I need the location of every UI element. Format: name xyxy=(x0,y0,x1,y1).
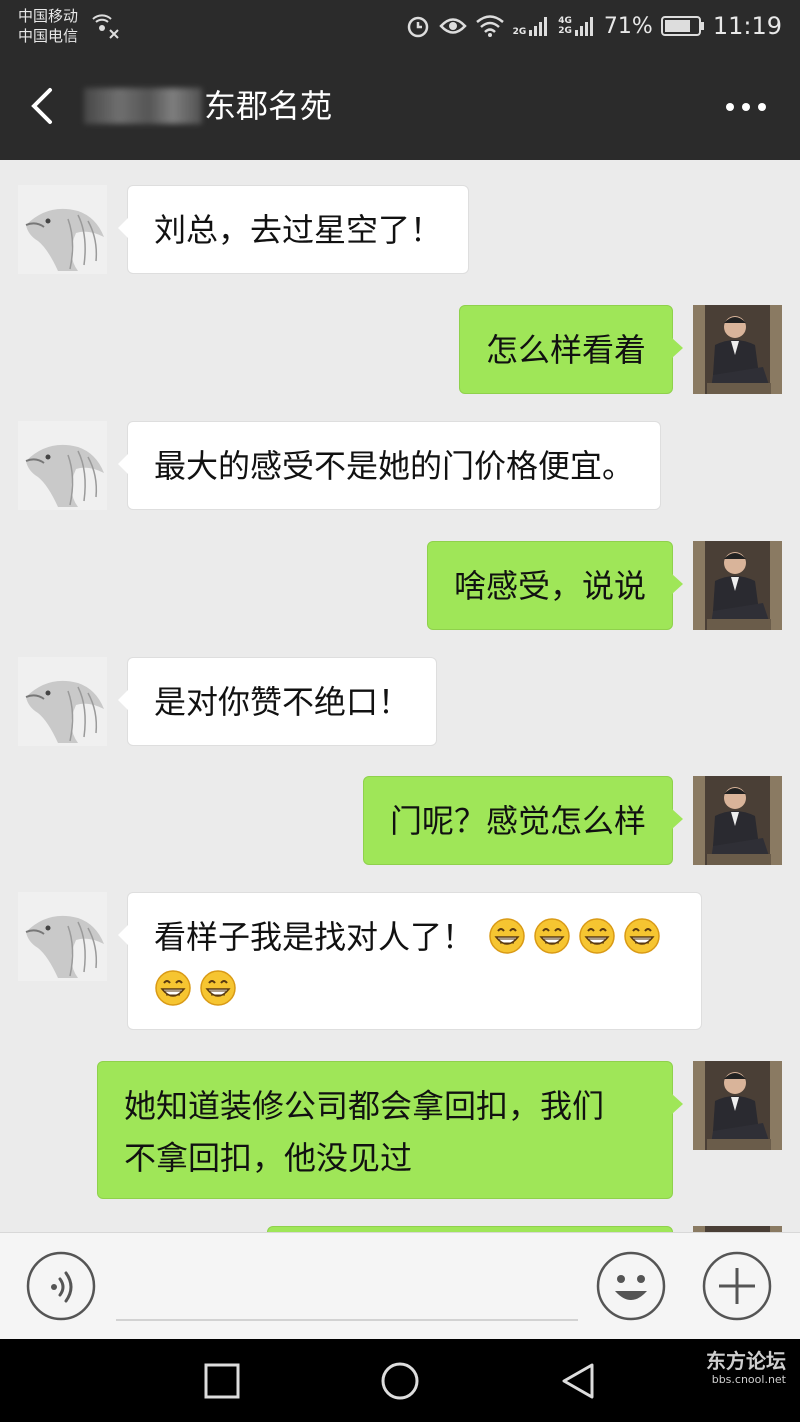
contact-avatar[interactable] xyxy=(18,421,107,510)
incoming-message[interactable]: 是对你赞不绝口！ xyxy=(118,657,437,746)
watermark-url: bbs.cnool.net xyxy=(711,1373,786,1386)
carrier-2: 中国电信 xyxy=(18,27,79,45)
alarm-icon xyxy=(407,16,428,38)
contact-avatar[interactable] xyxy=(18,892,107,981)
eagle-avatar-image xyxy=(18,657,107,746)
back-arrow-icon[interactable] xyxy=(20,82,68,130)
outgoing-message[interactable]: 她知道装修公司都会拿回扣，我们 不拿回扣，他没见过 xyxy=(97,1061,683,1199)
man-avatar-image xyxy=(693,305,782,394)
signal-icon xyxy=(529,17,548,36)
message-text: 怎么样看着 xyxy=(486,331,647,369)
more-dots-icon[interactable] xyxy=(722,92,770,122)
incoming-message[interactable]: 看样子我是找对人了！ xyxy=(118,892,702,1030)
battery-icon xyxy=(660,16,704,36)
my-avatar[interactable] xyxy=(693,1061,782,1150)
status-bar: 中国移动 中国电信 2G 4G 2G 71% 11:19 xyxy=(0,0,800,52)
outgoing-message[interactable]: 啥感受，说说 xyxy=(427,541,683,630)
message-text-line-2: 不拿回扣，他没见过 xyxy=(124,1139,413,1177)
man-avatar-image xyxy=(693,776,782,865)
voice-icon[interactable] xyxy=(26,1251,96,1321)
signal-icon-2 xyxy=(574,17,593,36)
battery-percent: 71% xyxy=(603,13,653,39)
chat-title: 东郡名苑 xyxy=(204,87,333,125)
grin-emoji xyxy=(489,918,525,954)
clock: 11:19 xyxy=(712,12,782,40)
contact-avatar[interactable] xyxy=(18,657,107,746)
message-text: 是对你赞不绝口！ xyxy=(154,683,411,721)
message-text: 门呢？感觉怎么样 xyxy=(390,802,647,840)
eye-icon xyxy=(438,18,467,34)
circle-icon[interactable] xyxy=(380,1361,420,1401)
watermark-logo: 东方论坛 xyxy=(706,1349,786,1373)
eagle-avatar-image xyxy=(18,185,107,274)
carrier-1: 中国移动 xyxy=(18,7,79,25)
system-nav-bar: 东方论坛 bbs.cnool.net xyxy=(0,1339,800,1422)
message-text-line-1: 她知道装修公司都会拿回扣，我们 xyxy=(124,1087,605,1125)
chat-header: 东郡名苑 xyxy=(0,52,800,160)
my-avatar[interactable] xyxy=(693,541,782,630)
message-text: 看样子我是找对人了！ xyxy=(154,918,475,956)
outgoing-message[interactable]: 门呢？感觉怎么样 xyxy=(363,776,683,865)
grin-emoji xyxy=(624,918,660,954)
eagle-avatar-image xyxy=(18,892,107,981)
forum-watermark: 东方论坛 bbs.cnool.net xyxy=(706,1349,786,1386)
message-input[interactable] xyxy=(116,1253,578,1321)
my-avatar[interactable] xyxy=(693,776,782,865)
message-text: 啥感受，说说 xyxy=(454,567,647,605)
plus-icon[interactable] xyxy=(702,1251,772,1321)
network-label-2g: 2G xyxy=(512,27,527,37)
blurred-contact-name xyxy=(84,88,202,124)
outgoing-message[interactable]: 怎么样看着 xyxy=(459,305,683,394)
contact-avatar[interactable] xyxy=(18,185,107,274)
grin-emoji xyxy=(155,970,191,1006)
network-label-4g: 4G xyxy=(558,16,572,26)
man-avatar-image xyxy=(693,1061,782,1150)
incoming-message[interactable]: 最大的感受不是她的门价格便宜。 xyxy=(118,421,661,510)
my-avatar[interactable] xyxy=(693,305,782,394)
wifi-icon xyxy=(475,15,504,37)
square-icon[interactable] xyxy=(202,1361,242,1401)
grin-emoji xyxy=(579,918,615,954)
eagle-avatar-image xyxy=(18,421,107,510)
message-list[interactable]: 刘总，去过星空了！ 怎么样看着 最大的感受不是她的门价格便宜。 啥感受，说说 是… xyxy=(0,160,800,1232)
grin-emoji xyxy=(534,918,570,954)
triangle-icon[interactable] xyxy=(558,1361,598,1401)
emoji-icon[interactable] xyxy=(596,1251,666,1321)
grin-emoji xyxy=(200,970,236,1006)
input-bar xyxy=(0,1232,800,1340)
message-text: 最大的感受不是她的门价格便宜。 xyxy=(154,447,635,485)
message-text: 刘总，去过星空了！ xyxy=(154,211,443,249)
carrier-labels: 中国移动 中国电信 xyxy=(18,6,78,46)
incoming-message[interactable]: 刘总，去过星空了！ xyxy=(118,185,469,274)
network-label-2g-lower: 2G xyxy=(558,26,572,36)
man-avatar-image xyxy=(693,541,782,630)
hotspot-icon xyxy=(92,14,119,39)
